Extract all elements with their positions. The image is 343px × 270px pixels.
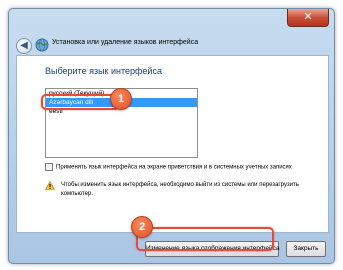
warning-text: Чтобы изменить язык интерфейса, необходи… xyxy=(61,182,299,197)
title-bar: ✕ xyxy=(9,9,334,39)
close-window-button[interactable]: ✕ xyxy=(287,9,329,27)
page-heading: Выберите язык интерфейса xyxy=(45,66,162,76)
language-globe-icon xyxy=(35,38,49,52)
dialog-window: ✕ ◀ Установка или удаление языков интерф… xyxy=(8,8,335,264)
checkbox-label: Применять язык интерфейса на экране прив… xyxy=(56,164,292,171)
apply-checkbox[interactable] xyxy=(45,163,53,171)
highlight-selected-language xyxy=(41,94,120,110)
close-button[interactable]: Закрыть xyxy=(286,241,326,257)
annotation-badge-2: 2 xyxy=(131,216,153,238)
warning-icon xyxy=(45,181,55,190)
warning-message: Чтобы изменить язык интерфейса, необходи… xyxy=(45,181,315,199)
dialog-title: Установка или удаление языков интерфейса xyxy=(52,39,199,46)
highlight-change-button xyxy=(136,227,274,251)
dialog-content: Выберите язык интерфейса русский (Текущи… xyxy=(16,55,329,233)
welcome-screen-option[interactable]: Применять язык интерфейса на экране прив… xyxy=(45,163,292,171)
back-button[interactable]: ◀ xyxy=(16,38,32,54)
annotation-badge-1: 1 xyxy=(110,88,132,110)
